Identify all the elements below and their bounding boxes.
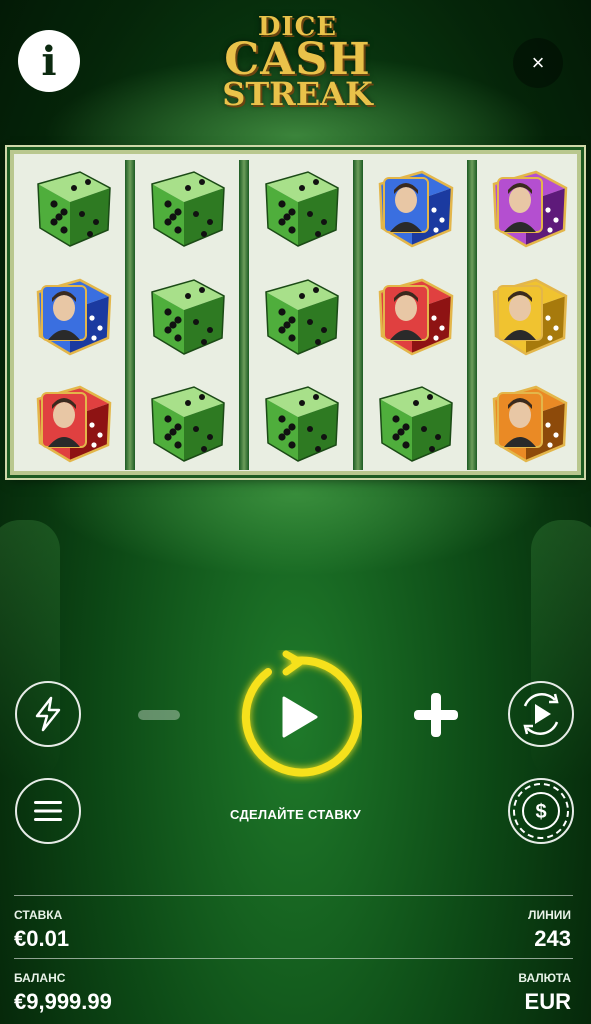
symbol-portrait-lincoln-blue [372,164,458,252]
info-button[interactable]: i [18,30,80,92]
turbo-button[interactable] [15,681,81,747]
reel-separator [467,160,477,470]
reel-3 [252,164,350,467]
middle-ornament [0,470,591,590]
symbol-dice-green-5 [144,164,230,252]
symbol-dice-green-5 [258,272,344,360]
autoplay-button[interactable] [508,681,574,747]
symbol-dice-green-5 [258,164,344,252]
currency-label: ВАЛЮТА [518,971,571,985]
decrease-bet-button[interactable] [138,710,180,720]
balance-value: €9,999.99 [14,989,112,1014]
balance-label: БАЛАНС [14,971,66,985]
close-icon: × [531,50,545,75]
reel-separator [353,160,363,470]
reel-separator [125,160,135,470]
reels-grid [10,150,581,475]
symbol-dice-green-5 [372,379,458,467]
symbol-portrait-grant-orange [486,379,572,467]
increase-bet-button[interactable] [414,693,458,737]
reel-4 [366,164,464,467]
lightning-icon [35,696,61,732]
footer-divider-top [14,895,573,896]
close-button[interactable]: × [513,38,563,88]
spin-play-icon [241,650,362,777]
autoplay-icon [523,693,559,735]
info-icon: i [41,37,57,85]
symbol-portrait-lincoln-blue [30,272,116,360]
footer-divider-bottom [14,958,573,959]
symbol-dice-green-5 [144,379,230,467]
game-logo: DICE CASH STREAK [210,14,385,114]
symbol-portrait-washington-red [372,272,458,360]
symbol-portrait-jackson-yellow [486,272,572,360]
symbol-portrait-franklin-purple [486,164,572,252]
reel-separator [239,160,249,470]
symbol-dice-green-5 [144,272,230,360]
currency-value: EUR [524,989,571,1014]
spin-hint-text: СДЕЛАЙТЕ СТАВКУ [229,807,362,822]
reel-5 [480,164,578,467]
bet-value: €0.01 [14,926,70,951]
bet-label: СТАВКА [14,908,63,922]
symbol-dice-green-5 [258,379,344,467]
spin-button[interactable] [228,650,362,784]
symbol-portrait-washington-red [30,379,116,467]
lines-label: ЛИНИИ [528,908,571,922]
reel-2 [138,164,236,467]
lines-value: 243 [534,926,571,951]
logo-line-streak: STREAK [222,75,373,113]
symbol-dice-green-5 [30,164,116,252]
reel-1 [24,164,122,467]
